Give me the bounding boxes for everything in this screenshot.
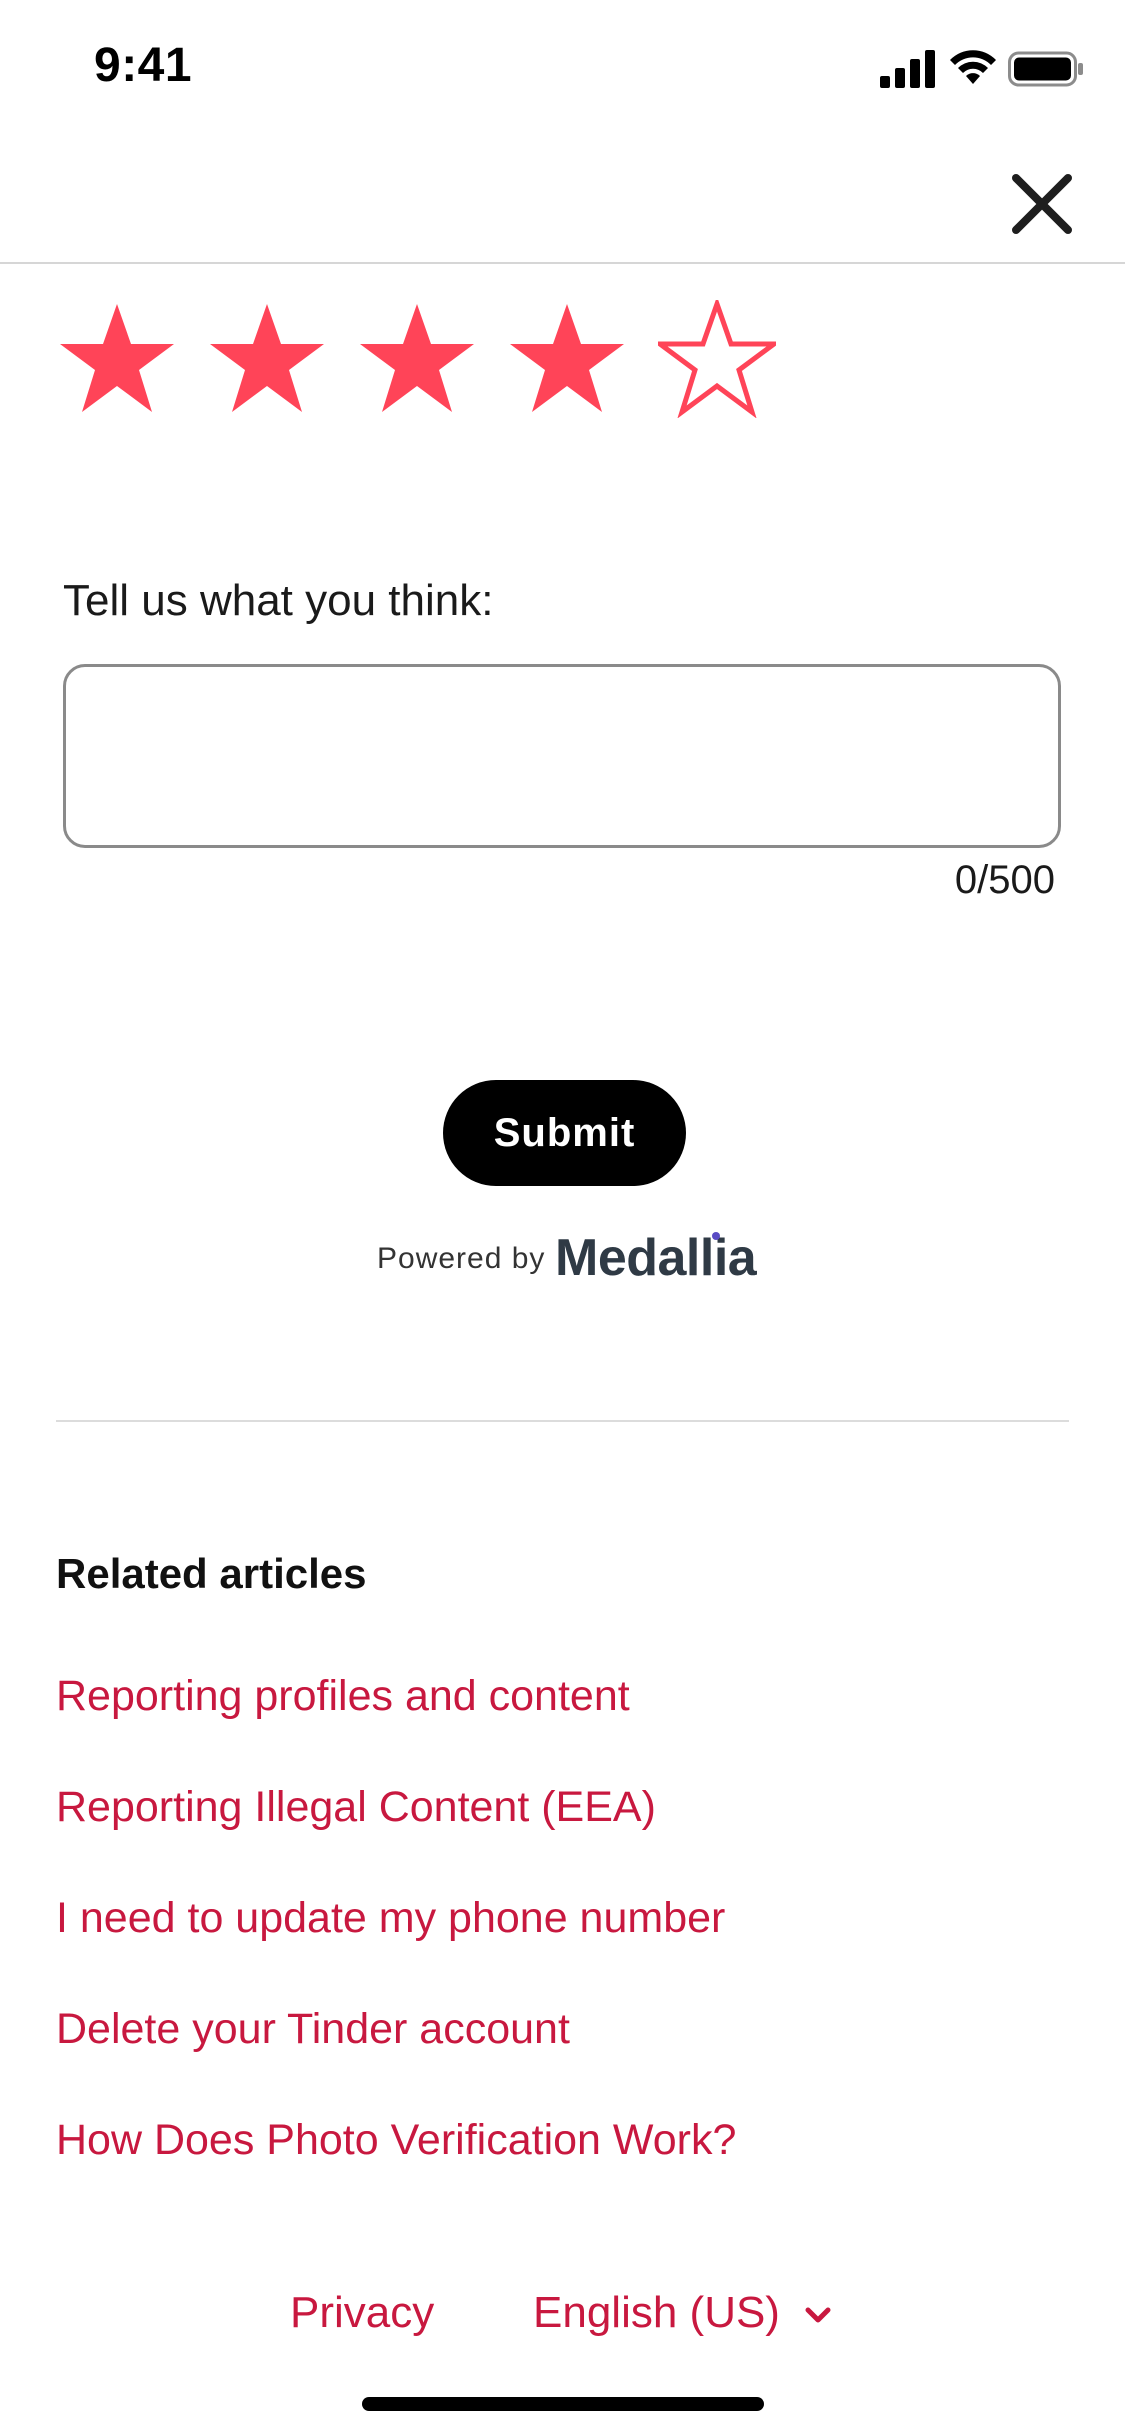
star-filled-icon[interactable] [58,300,176,418]
submit-button[interactable]: Submit [443,1080,686,1186]
chevron-down-icon [805,2307,831,2323]
medallia-logo: Medallia [555,1229,757,1287]
close-icon[interactable] [1008,170,1076,238]
language-label: English (US) [533,2288,780,2337]
related-article-link[interactable]: Reporting profiles and content [56,1672,630,1721]
feedback-label: Tell us what you think: [63,576,494,625]
star-filled-icon[interactable] [358,300,476,418]
star-empty-icon[interactable] [658,300,776,418]
powered-by: Powered by Medallia [0,1228,1125,1288]
section-divider [56,1420,1069,1422]
related-article-link[interactable]: Reporting Illegal Content (EEA) [56,1783,656,1832]
related-article-link[interactable]: How Does Photo Verification Work? [56,2116,736,2165]
cellular-signal-icon [880,50,935,88]
related-article-link[interactable]: I need to update my phone number [56,1894,725,1943]
feedback-textarea[interactable] [63,664,1061,848]
star-filled-icon[interactable] [208,300,326,418]
modal-header [0,132,1125,264]
related-articles-heading: Related articles [56,1550,367,1597]
home-indicator [362,2397,764,2411]
status-bar: 9:41 [0,0,1125,132]
wifi-icon [950,50,996,84]
medallia-logo-dot [712,1232,720,1240]
battery-icon [1008,51,1083,87]
language-selector[interactable]: English (US) [533,2288,831,2344]
powered-by-label: Powered by [377,1242,546,1275]
status-time: 9:41 [94,39,193,92]
character-counter: 0/500 [954,858,1055,902]
related-article-link[interactable]: Delete your Tinder account [56,2005,570,2054]
star-filled-icon[interactable] [508,300,626,418]
privacy-link[interactable]: Privacy [290,2288,434,2338]
star-rating [58,300,778,426]
